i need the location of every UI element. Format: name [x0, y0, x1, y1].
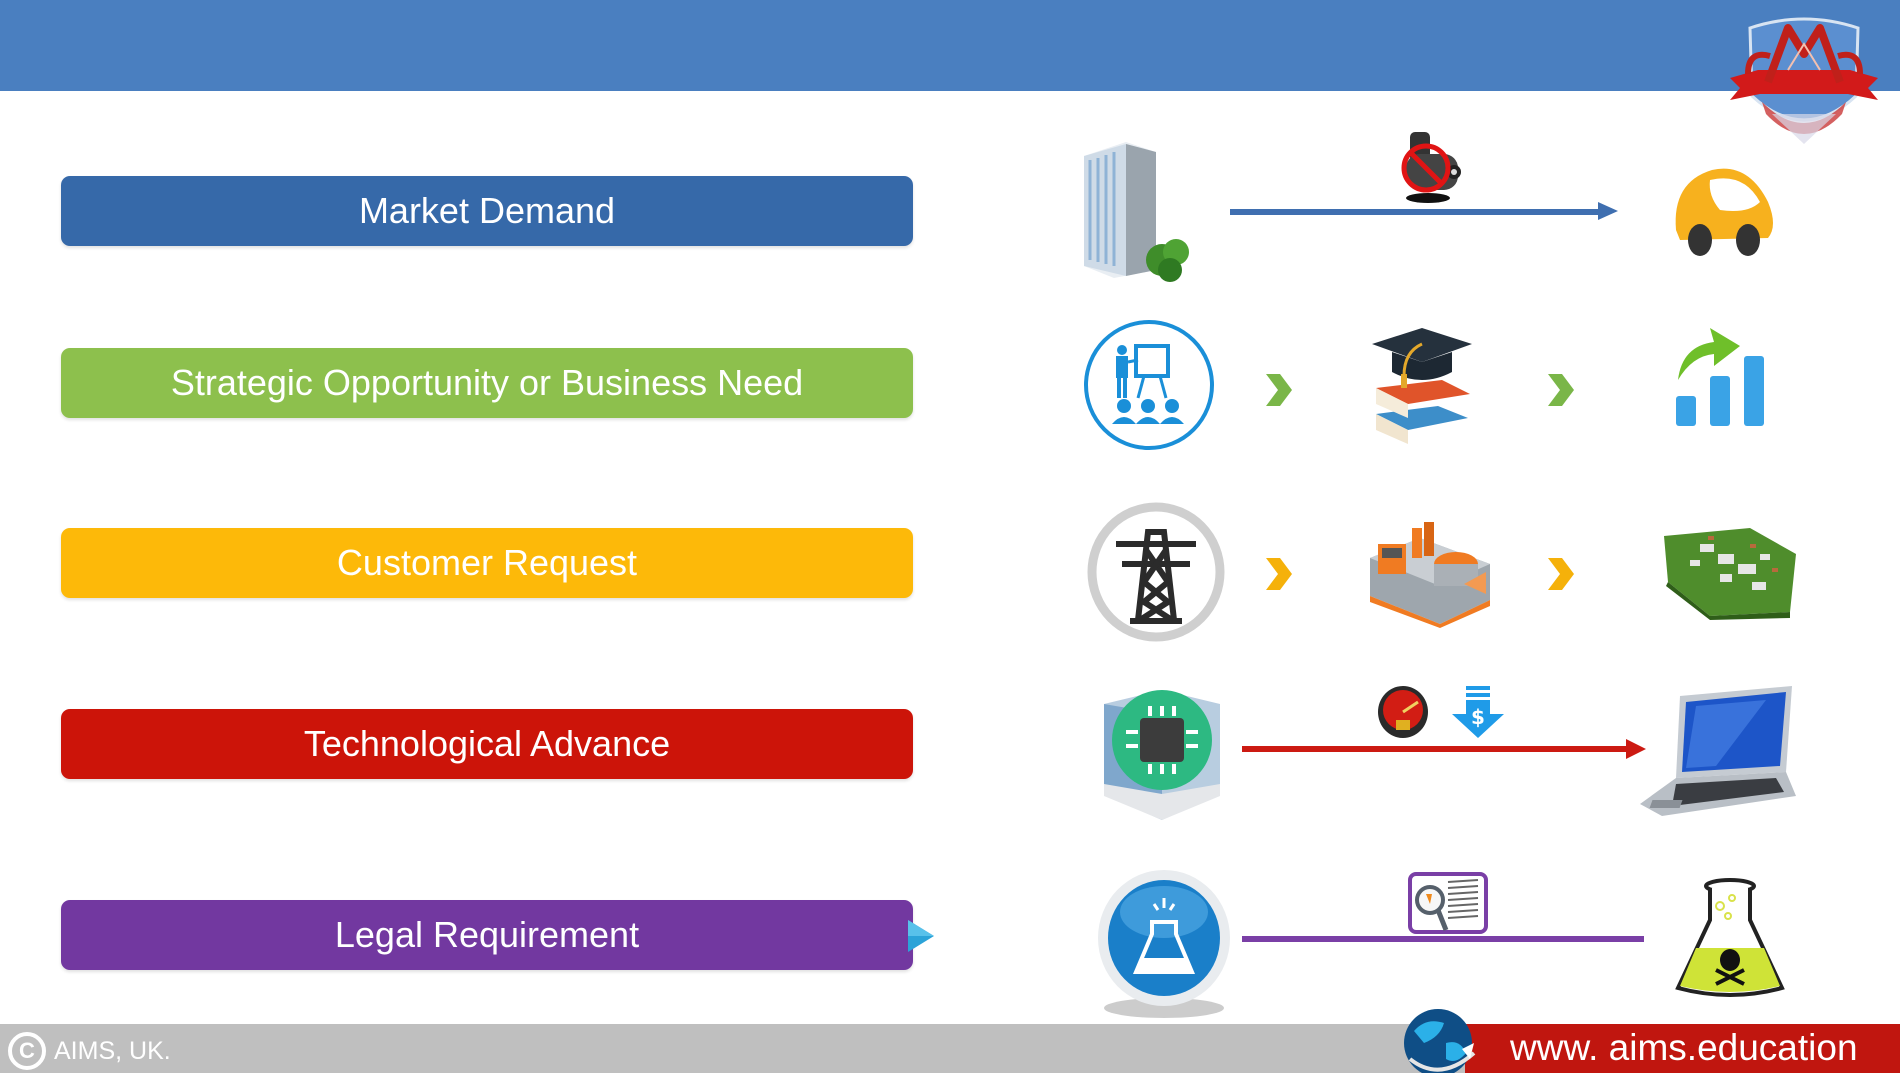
technological-advance-bar: Technological Advance	[61, 709, 913, 779]
growth-chart-icon	[1676, 328, 1764, 426]
speed-gauge-icon	[1378, 686, 1428, 738]
bar-label: Market Demand	[358, 190, 616, 231]
law-review-icon	[1408, 872, 1488, 934]
copyright-text: AIMS, UK.	[54, 1036, 171, 1065]
connector-arrow-line	[1230, 209, 1602, 215]
market-demand-bar: Market Demand	[61, 176, 913, 246]
laptop-icon	[1640, 686, 1796, 816]
aims-crest-logo	[1730, 17, 1878, 144]
bar-label: Strategic Opportunity or Business Need	[170, 362, 804, 403]
science-flask-button-icon	[1098, 870, 1230, 1018]
industrial-park-icon	[1664, 528, 1796, 620]
chevron-right-icon	[1266, 558, 1292, 590]
globe-icon	[1404, 1009, 1476, 1073]
power-plant-icon	[1370, 522, 1490, 628]
graduation-books-icon	[1372, 328, 1472, 444]
website-url-link[interactable]: www. aims.education	[1510, 1026, 1858, 1070]
svg-text:$: $	[1471, 705, 1485, 729]
no-oil-barrel-icon	[1401, 132, 1461, 203]
chevron-right-icon	[1548, 374, 1574, 406]
copyright-notice: C AIMS, UK.	[8, 1032, 171, 1070]
chevron-right-icon	[1266, 374, 1292, 406]
header-band	[0, 0, 1900, 91]
price-down-icon: $	[1452, 686, 1504, 738]
connector-line	[1242, 936, 1644, 942]
bar-label: Legal Requirement	[334, 914, 640, 955]
chip-building-icon	[1104, 690, 1220, 820]
strategic-opportunity-bar: Strategic Opportunity or Business Need	[61, 348, 913, 418]
customer-request-bar: Customer Request	[61, 528, 913, 598]
pointer-triangle-icon	[908, 920, 934, 952]
connector-arrow-line	[1242, 746, 1630, 752]
legal-requirement-bar: Legal Requirement	[61, 900, 913, 970]
chevron-right-icon	[1548, 558, 1574, 590]
toxic-flask-icon	[1675, 878, 1785, 997]
arrowhead-icon	[1598, 202, 1618, 220]
bar-label: Technological Advance	[303, 723, 671, 764]
bar-label: Customer Request	[336, 542, 638, 583]
training-presentation-icon	[1084, 320, 1214, 450]
yellow-car-icon	[1675, 168, 1773, 256]
copyright-icon: C	[8, 1032, 46, 1070]
power-tower-icon	[1087, 502, 1225, 642]
office-building-icon	[1084, 142, 1189, 282]
